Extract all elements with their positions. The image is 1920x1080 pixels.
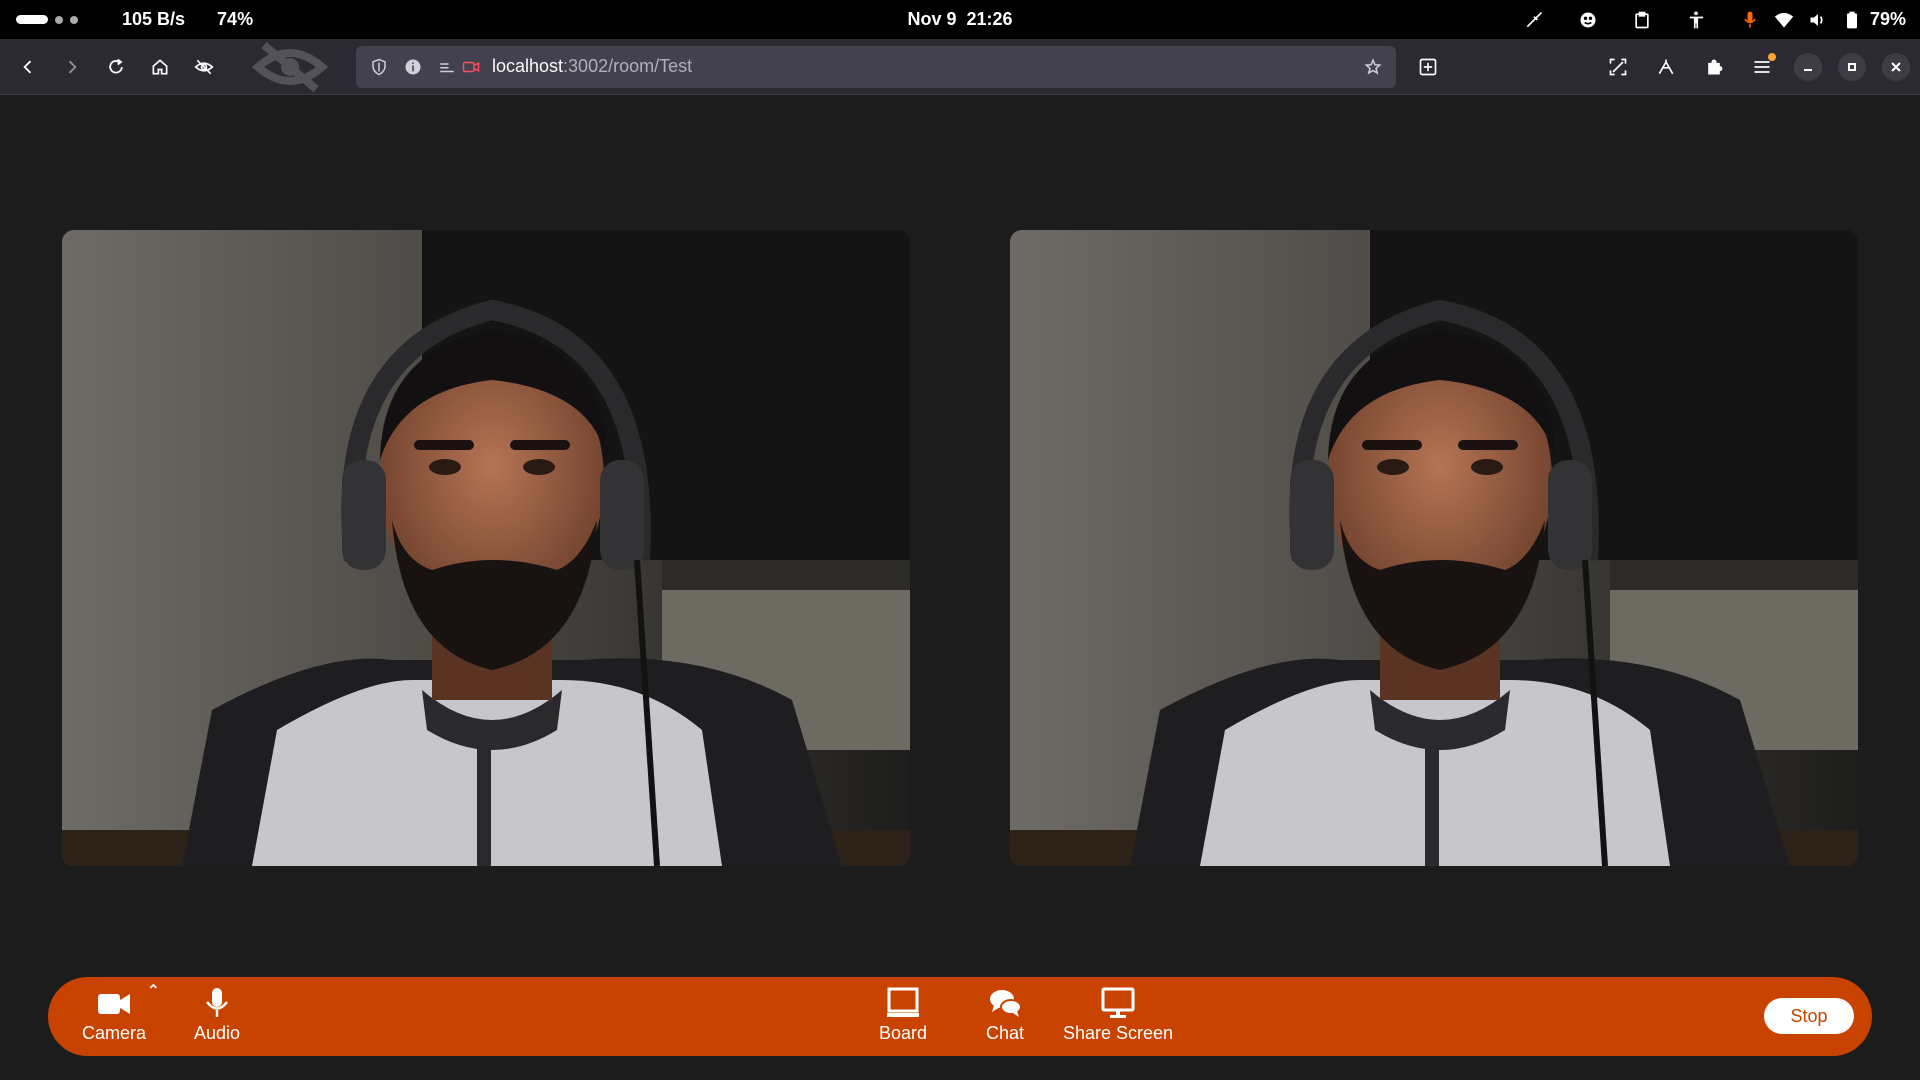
chat-button[interactable]: Chat (986, 985, 1024, 1044)
info-icon[interactable] (402, 56, 424, 78)
camera-button[interactable]: ⌃ Camera (82, 983, 160, 1044)
audio-label: Audio (194, 1023, 241, 1043)
workspace-indicator[interactable] (16, 15, 78, 24)
home-button[interactable] (144, 51, 176, 83)
chat-icon (990, 990, 1023, 1017)
url-bar[interactable]: localhost:3002/room/Test (356, 45, 1396, 88)
camera-options-caret-icon[interactable]: ⌃ (147, 981, 160, 1001)
meeting-control-bar: ⌃ Camera Audio Board Chat Share Screen S… (48, 977, 1872, 1056)
clock-date: Nov 9 (907, 9, 957, 29)
meeting-room: ⌃ Camera Audio Board Chat Share Screen S… (0, 96, 1920, 1080)
share-button[interactable] (1650, 51, 1682, 83)
extensions-button[interactable] (1698, 51, 1730, 83)
video-frame-image (1010, 230, 1858, 866)
maximize-icon (1848, 62, 1856, 71)
tracking-protection-icon (194, 59, 214, 74)
battery-percent: 79% (1869, 9, 1906, 29)
video-frame-image (62, 230, 910, 866)
maximize-button[interactable] (1838, 52, 1866, 81)
forward-icon (68, 60, 77, 73)
board-button[interactable]: Board (879, 985, 927, 1044)
permissions-icon[interactable] (436, 56, 458, 78)
reload-button[interactable] (100, 51, 132, 83)
share-icon (1658, 59, 1674, 74)
audio-button[interactable]: Audio (194, 985, 240, 1044)
forward-button[interactable] (56, 51, 88, 83)
microphone-icon[interactable] (1738, 8, 1762, 32)
close-icon (1891, 61, 1901, 72)
app-menu-button[interactable] (1746, 51, 1778, 83)
browser-toolbar: localhost:3002/room/Test (0, 39, 1920, 95)
accessibility-icon[interactable] (1684, 8, 1708, 32)
back-button[interactable] (12, 51, 44, 83)
clock-time: 21:26 (966, 9, 1013, 29)
local-video[interactable] (62, 230, 910, 866)
microphone-icon (206, 988, 229, 1017)
wifi-icon[interactable] (1772, 8, 1796, 32)
new-tab-icon (1419, 58, 1437, 75)
share-screen-label: Share Screen (1063, 1023, 1174, 1043)
camera-label: Camera (82, 1023, 147, 1043)
camera-sharing-icon[interactable] (460, 56, 482, 78)
private-browsing-logo (250, 39, 330, 95)
system-top-bar: 105 B/s 74% Nov 9 21:26 79% (0, 0, 1920, 39)
url-host: localhost (492, 56, 564, 76)
camera-icon (98, 994, 131, 1014)
monitor-icon (1101, 987, 1135, 1018)
workspace-dot (55, 15, 63, 24)
active-workspace-pill (16, 15, 48, 24)
workspace-dot (70, 15, 78, 24)
tracking-protection-button[interactable] (188, 51, 220, 83)
screenshot-icon (1609, 58, 1627, 75)
chat-label: Chat (986, 1023, 1025, 1043)
update-badge-icon (1768, 52, 1776, 61)
close-button[interactable] (1882, 52, 1910, 81)
fan-icon[interactable] (1576, 8, 1600, 32)
extensions-icon (1708, 59, 1723, 74)
color-picker-icon[interactable] (1522, 8, 1546, 32)
battery-icon[interactable] (1840, 8, 1864, 32)
network-speed: 105 B/s (122, 9, 186, 29)
bookmark-star-icon[interactable] (1362, 56, 1384, 78)
clipboard-icon[interactable] (1630, 8, 1654, 32)
cpu-usage: 74% (217, 9, 254, 29)
share-screen-button[interactable]: Share Screen (1063, 985, 1173, 1044)
remote-video[interactable] (1010, 230, 1858, 866)
stop-button[interactable]: Stop (1764, 998, 1854, 1034)
url-path: :3002/room/Test (563, 56, 693, 76)
screenshot-button[interactable] (1602, 51, 1634, 83)
whiteboard-icon (887, 987, 920, 1017)
minimize-icon (1804, 68, 1812, 71)
minimize-button[interactable] (1794, 52, 1822, 81)
home-icon (152, 58, 168, 74)
back-icon (23, 60, 32, 73)
volume-icon[interactable] (1806, 8, 1830, 32)
reload-icon (109, 58, 123, 73)
shield-icon[interactable] (368, 56, 390, 78)
board-label: Board (879, 1023, 928, 1043)
new-tab-button[interactable] (1412, 51, 1444, 83)
